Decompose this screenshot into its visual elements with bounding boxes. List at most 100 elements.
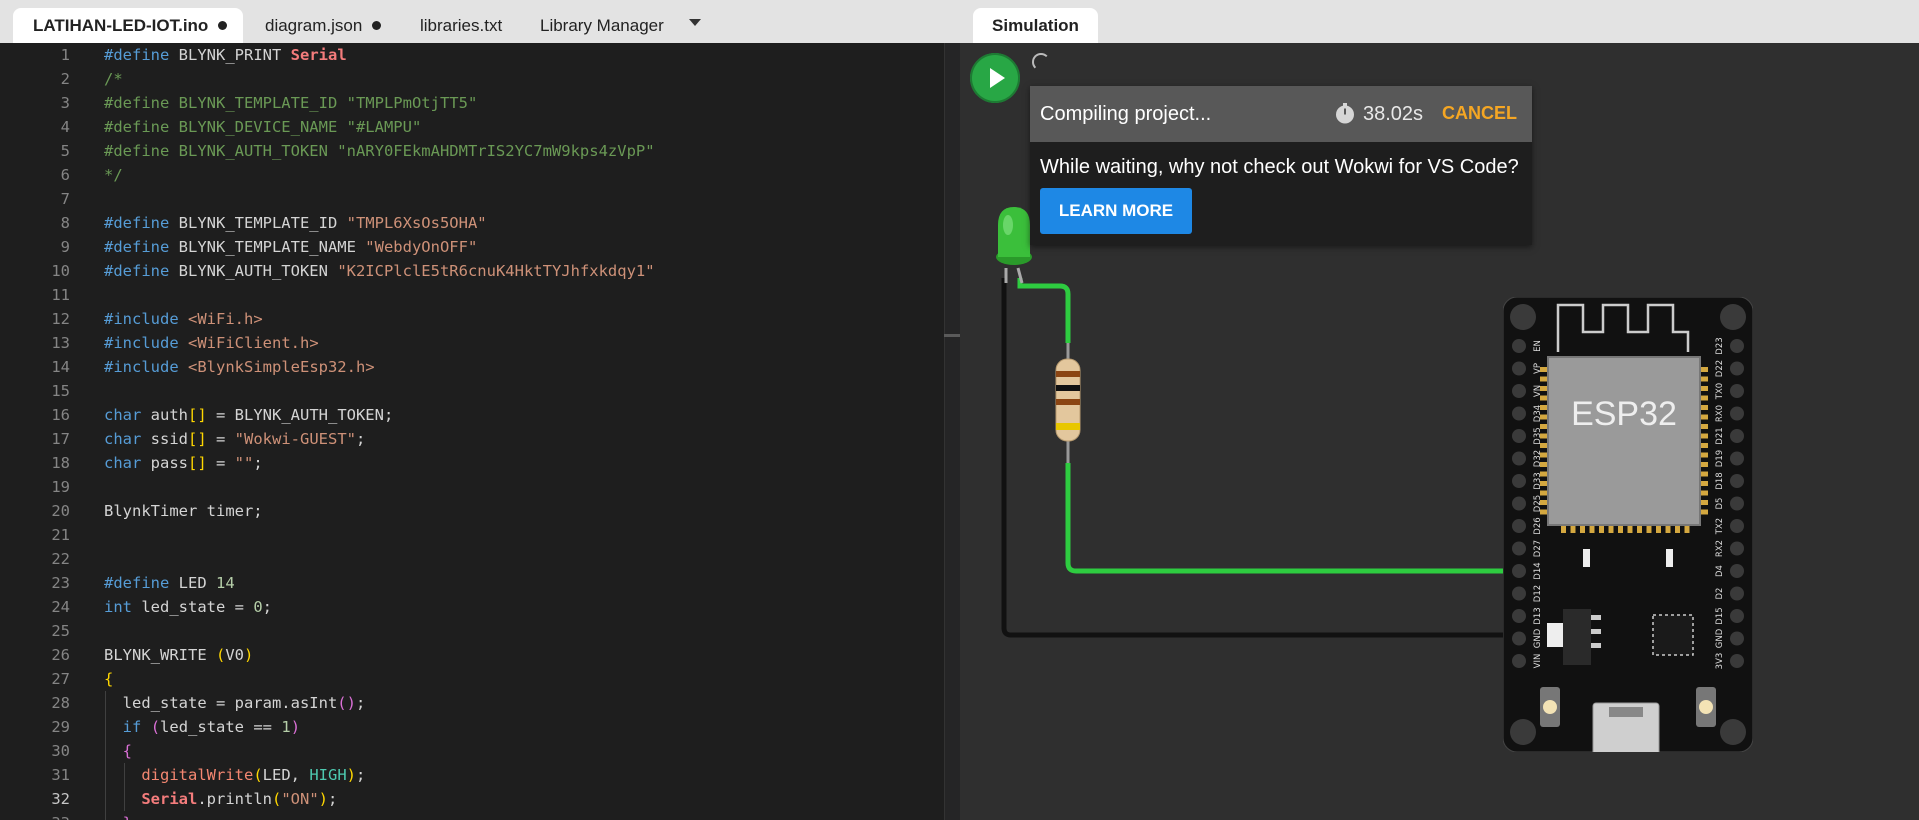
- learn-more-button[interactable]: LEARN MORE: [1040, 188, 1192, 234]
- pin-label: GND: [1533, 628, 1543, 648]
- pin-right-d22[interactable]: [1730, 361, 1744, 376]
- pin-right-d5[interactable]: [1730, 496, 1744, 511]
- code-line[interactable]: 32 Serial.println("ON");: [0, 787, 944, 811]
- play-button[interactable]: [970, 53, 1020, 103]
- pin-left-gnd[interactable]: [1512, 631, 1526, 646]
- pin-right-d23[interactable]: [1730, 339, 1744, 353]
- code-line[interactable]: 18 char pass[] = "";: [0, 451, 944, 475]
- code-line[interactable]: 14 #include <BlynkSimpleEsp32.h>: [0, 355, 944, 379]
- pin-left-d12[interactable]: [1512, 586, 1526, 601]
- code-line[interactable]: 19: [0, 475, 944, 499]
- code-line[interactable]: 25: [0, 619, 944, 643]
- code-line[interactable]: 22: [0, 547, 944, 571]
- line-number: 19: [51, 478, 70, 496]
- pin-label: TX2: [1715, 518, 1725, 535]
- code-line[interactable]: 15: [0, 379, 944, 403]
- code-line[interactable]: 26 BLYNK_WRITE (V0): [0, 643, 944, 667]
- pin-left-d25[interactable]: [1512, 496, 1526, 511]
- pin-left-vp[interactable]: [1512, 361, 1526, 376]
- editor-scrollbar[interactable]: [944, 43, 961, 820]
- code-line[interactable]: 4 #define BLYNK_DEVICE_NAME "#LAMPU": [0, 115, 944, 139]
- ground-wire[interactable]: [1001, 278, 1520, 638]
- pin-left-d35[interactable]: [1512, 429, 1526, 443]
- esp32-board[interactable]: ESP32 EN VP VN D34 D35 D32 D33 D25 D26 D27 D14 D12 D…: [1503, 297, 1753, 752]
- pin-right-d15[interactable]: [1730, 609, 1744, 623]
- code-line[interactable]: 6 */: [0, 163, 944, 187]
- tabs-dropdown-chevron-down-icon[interactable]: [689, 19, 701, 26]
- led-wire[interactable]: [1017, 278, 1071, 343]
- code-text: {: [104, 670, 114, 688]
- tab-library-manager[interactable]: Library Manager: [540, 8, 664, 43]
- unsaved-dot-icon: [372, 21, 382, 30]
- code-line[interactable]: 8 #define BLYNK_TEMPLATE_ID "TMPL6XsOs5OH…: [0, 211, 944, 235]
- code-line[interactable]: 21: [0, 523, 944, 547]
- code-text: #define BLYNK_TEMPLATE_NAME "WebdyOnOFF": [104, 238, 478, 256]
- simulation-canvas[interactable]: Compiling project... 38.02s CANCEL While…: [960, 43, 1919, 820]
- code-line[interactable]: 30 {: [0, 739, 944, 763]
- code-line[interactable]: 16 char auth[] = BLYNK_AUTH_TOKEN;: [0, 403, 944, 427]
- code-line[interactable]: 1 #define BLYNK_PRINT Serial: [0, 43, 944, 67]
- pin-left-d32[interactable]: [1512, 451, 1526, 466]
- code-area[interactable]: 1 #define BLYNK_PRINT Serial 2 /* 3 #define B…: [0, 43, 944, 820]
- pin-left-d13[interactable]: [1512, 609, 1526, 623]
- pin-left-d34[interactable]: [1512, 406, 1526, 421]
- tab-latihan-led-iot-ino[interactable]: LATIHAN-LED-IOT.ino: [13, 8, 243, 43]
- code-line[interactable]: 33 }: [0, 811, 944, 820]
- code-text: /*: [104, 70, 123, 88]
- pin-left-d14[interactable]: [1512, 564, 1526, 578]
- line-number: 2: [60, 70, 70, 88]
- code-line[interactable]: 9 #define BLYNK_TEMPLATE_NAME "WebdyOnOFF…: [0, 235, 944, 259]
- pin-left-vn[interactable]: [1512, 384, 1526, 398]
- pin-right-d4[interactable]: [1730, 564, 1744, 578]
- pin-right-d21[interactable]: [1730, 429, 1744, 443]
- pin-right-3v3[interactable]: [1730, 654, 1744, 668]
- line-number: 3: [60, 94, 70, 112]
- pin-label: D22: [1715, 360, 1725, 377]
- pin-left-d33[interactable]: [1512, 474, 1526, 488]
- code-line[interactable]: 5 #define BLYNK_AUTH_TOKEN "nARY0FEkmAHDM…: [0, 139, 944, 163]
- pin-right-d2[interactable]: [1730, 586, 1744, 601]
- code-line[interactable]: 11: [0, 283, 944, 307]
- pin-left-en[interactable]: [1512, 339, 1526, 353]
- pin-left-d27[interactable]: [1512, 541, 1526, 556]
- code-line[interactable]: 10 #define BLYNK_AUTH_TOKEN "K2ICPlclE5tR…: [0, 259, 944, 283]
- code-line[interactable]: 2 /*: [0, 67, 944, 91]
- tab-simulation[interactable]: Simulation: [973, 8, 1098, 43]
- pin-label: D32: [1533, 450, 1543, 467]
- code-line[interactable]: 28 led_state = param.asInt();: [0, 691, 944, 715]
- code-line[interactable]: 20 BlynkTimer timer;: [0, 499, 944, 523]
- tab-diagram-json[interactable]: diagram.json: [265, 8, 382, 43]
- code-line[interactable]: 29 if (led_state == 1): [0, 715, 944, 739]
- code-line[interactable]: 24 int led_state = 0;: [0, 595, 944, 619]
- code-line[interactable]: 12 #include <WiFi.h>: [0, 307, 944, 331]
- pin-right-rx2[interactable]: [1730, 541, 1744, 556]
- pin-left-d26[interactable]: [1512, 519, 1526, 533]
- code-line[interactable]: 27 {: [0, 667, 944, 691]
- pin-right-tx2[interactable]: [1730, 519, 1744, 533]
- code-line[interactable]: 23 #define LED 14: [0, 571, 944, 595]
- simulation-panel: Simulation Compiling project... 38.02s C…: [960, 0, 1919, 820]
- pin-label: D5: [1715, 498, 1725, 510]
- code-line[interactable]: 7: [0, 187, 944, 211]
- pin-right-d18[interactable]: [1730, 474, 1744, 488]
- scrollbar-thumb[interactable]: [944, 334, 960, 337]
- code-text: int led_state = 0;: [104, 598, 273, 616]
- pin-label: D33: [1533, 472, 1543, 489]
- code-line[interactable]: 13 #include <WiFiClient.h>: [0, 331, 944, 355]
- toast-message: While waiting, why not check out Wokwi f…: [1040, 156, 1519, 178]
- code-line[interactable]: 17 char ssid[] = "Wokwi-GUEST";: [0, 427, 944, 451]
- pin-right-rx0[interactable]: [1730, 406, 1744, 421]
- pin-left-vin[interactable]: [1512, 654, 1526, 668]
- code-line[interactable]: 31 digitalWrite(LED, HIGH);: [0, 763, 944, 787]
- pin-right-gnd[interactable]: [1730, 631, 1744, 646]
- resistor[interactable]: [1055, 358, 1081, 442]
- tab-label: LATIHAN-LED-IOT.ino: [33, 16, 209, 35]
- pin-right-d19[interactable]: [1730, 451, 1744, 466]
- pin-label: D4: [1715, 565, 1725, 577]
- signal-wire-d14[interactable]: [1065, 463, 1520, 574]
- cancel-button[interactable]: CANCEL: [1442, 103, 1517, 124]
- green-led[interactable]: [996, 207, 1032, 284]
- pin-right-tx0[interactable]: [1730, 384, 1744, 398]
- tab-libraries-txt[interactable]: libraries.txt: [420, 8, 502, 43]
- code-line[interactable]: 3 #define BLYNK_TEMPLATE_ID "TMPLPmOtjTT5…: [0, 91, 944, 115]
